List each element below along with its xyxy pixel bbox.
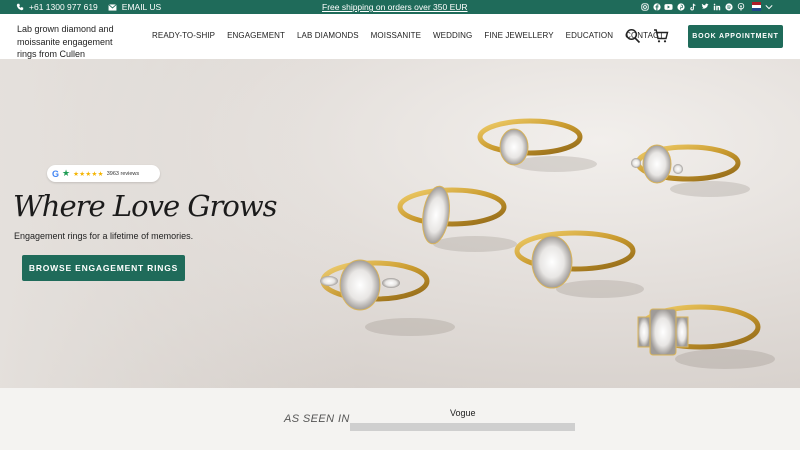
- tiktok-icon[interactable]: [688, 2, 697, 11]
- browse-engagement-rings-button[interactable]: BROWSE ENGAGEMENT RINGS: [22, 255, 185, 281]
- cart-icon[interactable]: [653, 28, 669, 44]
- nav-lab-diamonds[interactable]: LAB DIAMONDS: [297, 31, 359, 40]
- facebook-icon[interactable]: [652, 2, 661, 11]
- netherlands-flag-icon[interactable]: [752, 2, 761, 11]
- publication-logo-placeholder: [350, 423, 575, 431]
- nav-moissanite[interactable]: MOISSANITE: [371, 31, 421, 40]
- hero-banner: G ★ ★★★★★ 3963 reviews Where Love Grows …: [0, 59, 800, 388]
- email-link[interactable]: EMAIL US: [108, 2, 161, 12]
- nav-education[interactable]: EDUCATION: [566, 31, 613, 40]
- nav-wedding[interactable]: WEDDING: [433, 31, 472, 40]
- hero-overlay: [0, 59, 800, 388]
- rating-stars: ★★★★★: [73, 170, 104, 178]
- phone-link[interactable]: +61 1300 977 619: [16, 2, 98, 12]
- as-seen-in-section: AS SEEN IN Vogue: [0, 388, 800, 450]
- email-label: EMAIL US: [121, 2, 162, 12]
- podcast-icon[interactable]: [736, 2, 745, 11]
- nav-engagement[interactable]: ENGAGEMENT: [227, 31, 285, 40]
- book-appointment-button[interactable]: BOOK APPOINTMENT: [688, 25, 783, 48]
- announcement-bar: +61 1300 977 619 EMAIL US Free shipping …: [0, 0, 800, 14]
- chevron-down-icon[interactable]: [764, 2, 773, 11]
- pinterest-icon[interactable]: [676, 2, 685, 11]
- hero-subtitle: Engagement rings for a lifetime of memor…: [14, 231, 194, 241]
- site-header: Lab grown diamond and moissanite engagem…: [0, 14, 800, 72]
- nav-fine-jewellery[interactable]: FINE JEWELLERY: [484, 31, 553, 40]
- star-icon: ★: [62, 168, 71, 178]
- phone-icon: [16, 3, 24, 11]
- instagram-icon[interactable]: [640, 2, 649, 11]
- phone-number: +61 1300 977 619: [29, 2, 98, 12]
- free-shipping-link[interactable]: Free shipping on orders over 350 EUR: [322, 2, 468, 12]
- review-count: 3963 reviews: [106, 170, 140, 177]
- linkedin-icon[interactable]: [712, 2, 721, 11]
- spotify-icon[interactable]: [724, 2, 733, 11]
- search-icon[interactable]: [625, 28, 641, 44]
- social-links: [640, 2, 773, 11]
- as-seen-in-label: AS SEEN IN: [284, 413, 350, 425]
- google-review-badge[interactable]: G ★ ★★★★★ 3963 reviews: [47, 165, 160, 182]
- twitter-icon[interactable]: [700, 2, 709, 11]
- mail-icon: [108, 3, 117, 11]
- nav-ready-to-ship[interactable]: READY-TO-SHIP: [152, 31, 215, 40]
- publication-name: Vogue: [450, 408, 476, 418]
- youtube-icon[interactable]: [664, 2, 673, 11]
- main-nav: READY-TO-SHIP ENGAGEMENT LAB DIAMONDS MO…: [152, 31, 664, 40]
- hero-title: Where Love Grows: [13, 189, 278, 223]
- google-icon: G: [52, 168, 60, 179]
